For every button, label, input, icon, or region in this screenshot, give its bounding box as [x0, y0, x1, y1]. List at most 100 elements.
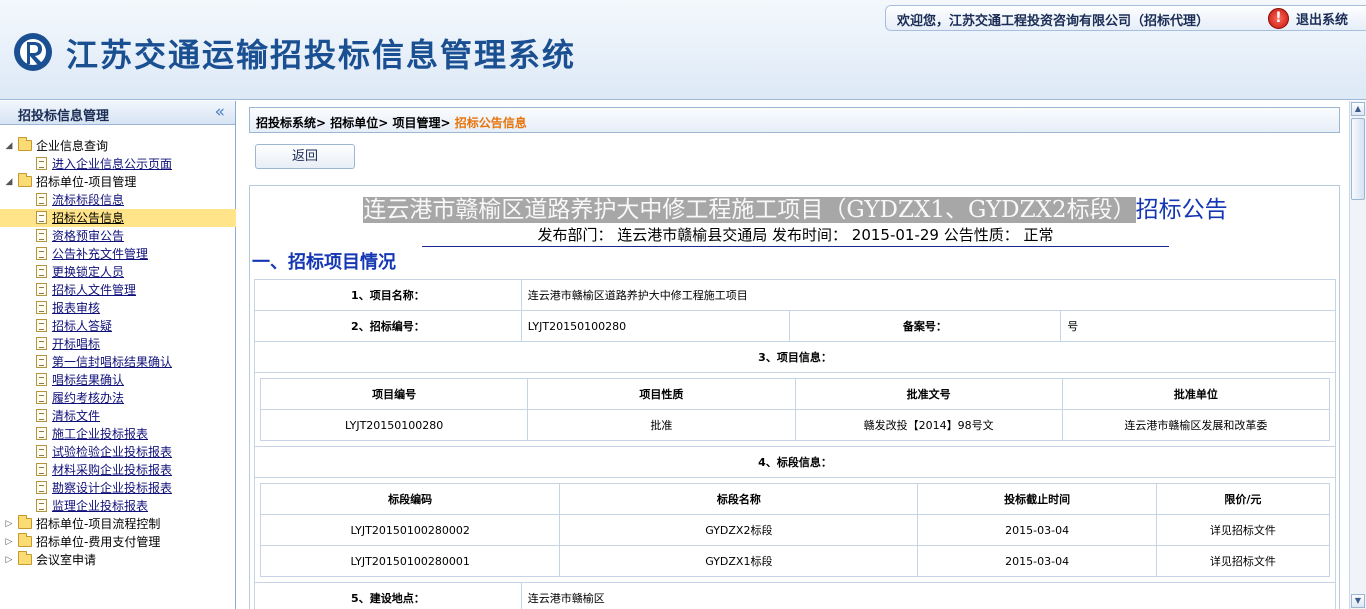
tree-folder[interactable]: ▷ 招标单位-费用支付管理	[0, 533, 236, 551]
tree-item-label[interactable]: 清标文件	[52, 407, 100, 425]
tree-folder[interactable]: ▷ 招标单位-项目流程控制	[0, 515, 236, 533]
table-cell: 批准	[527, 409, 796, 441]
tree-item-label[interactable]: 更换锁定人员	[52, 263, 124, 281]
table-cell: LYJT20150100280002	[259, 514, 561, 546]
document-icon	[36, 427, 47, 440]
table-header-row: 标段编码 标段名称 投标截止时间 限价/元	[259, 483, 1331, 515]
document-icon	[36, 283, 47, 296]
tree-item[interactable]: 试验检验企业投标报表	[0, 443, 236, 461]
tree-item-label[interactable]: 招标公告信息	[52, 209, 124, 227]
app-title: 江苏交通运输招投标信息管理系统	[66, 36, 577, 74]
tree-item-label[interactable]: 监理企业投标报表	[52, 497, 148, 515]
document-icon	[36, 211, 47, 224]
tree-item[interactable]: 流标标段信息	[0, 191, 236, 209]
tree-item-label[interactable]: 报表审核	[52, 299, 100, 317]
table-row: LYJT20150100280 批准 赣发改投【2014】98号文 连云港市赣榆…	[259, 409, 1331, 441]
scroll-down-icon[interactable]: ▼	[1351, 594, 1365, 608]
tree-item[interactable]: 监理企业投标报表	[0, 497, 236, 515]
tree-item[interactable]: 开标唱标	[0, 335, 236, 353]
tree-item[interactable]: 公告补充文件管理	[0, 245, 236, 263]
collapse-sidebar-icon[interactable]: «	[215, 103, 225, 121]
tree-item-label[interactable]: 开标唱标	[52, 335, 100, 353]
back-button[interactable]: 返回	[255, 144, 355, 169]
table-row: LYJT20150100280001 GYDZX1标段 2015-03-04 详…	[259, 545, 1331, 577]
document-icon	[36, 463, 47, 476]
welcome-bar: 欢迎您，江苏交通工程投资咨询有限公司（招标代理） ! 退出系统	[885, 5, 1366, 31]
tree-item-label[interactable]: 资格预审公告	[52, 227, 124, 245]
tree-item-label[interactable]: 材料采购企业投标报表	[52, 461, 172, 479]
tree-item[interactable]: 材料采购企业投标报表	[0, 461, 236, 479]
document-icon	[36, 337, 47, 350]
tender-code-label: 2、招标编号：	[254, 310, 522, 342]
column-header: 限价/元	[1155, 483, 1331, 515]
table-row: 2、招标编号： LYJT20150100280 备案号： 号	[254, 310, 1336, 342]
tree-item-label[interactable]: 招标人文件管理	[52, 281, 136, 299]
announcement-panel: 连云港市赣榆区道路养护大中修工程施工项目（GYDZX1、GYDZX2标段）招标公…	[249, 185, 1340, 609]
tree-item[interactable]: 进入企业信息公示页面	[0, 155, 236, 173]
location-value: 连云港市赣榆区	[520, 582, 1337, 609]
table-row: LYJT20150100280002 GYDZX2标段 2015-03-04 详…	[259, 514, 1331, 546]
folder-icon	[18, 551, 32, 565]
column-header: 批准文号	[794, 378, 1063, 410]
vertical-scrollbar[interactable]: ▲ ▼	[1349, 101, 1366, 609]
project-info-heading: 3、项目信息：	[254, 341, 1336, 373]
table-header-row: 项目编号 项目性质 批准文号 批准单位	[259, 378, 1331, 410]
tree-item[interactable]: 履约考核办法	[0, 389, 236, 407]
tree-item[interactable]: 施工企业投标报表	[0, 425, 236, 443]
table-cell: GYDZX2标段	[559, 514, 919, 546]
table-row: 1、项目名称： 连云港市赣榆区道路养护大中修工程施工项目	[254, 279, 1337, 311]
tree-item[interactable]: 招标公告信息	[0, 209, 236, 227]
tree-item-label: 会议室申请	[36, 553, 97, 567]
tree-item[interactable]: 更换锁定人员	[0, 263, 236, 281]
expand-toggle-icon[interactable]: ▷	[4, 515, 14, 533]
tree-item-label[interactable]: 唱标结果确认	[52, 371, 124, 389]
tree-item-label[interactable]: 勘察设计企业投标报表	[52, 479, 172, 497]
document-icon	[36, 301, 47, 314]
tree-folder[interactable]: ▷ 会议室申请	[0, 551, 236, 569]
folder-icon	[18, 173, 32, 187]
table-cell: GYDZX1标段	[559, 545, 919, 577]
tree-item-label[interactable]: 公告补充文件管理	[52, 245, 148, 263]
tree-folder[interactable]: ◢ 招标单位-项目管理	[0, 173, 236, 191]
folder-icon	[18, 515, 32, 529]
sidebar-header: 招投标信息管理 «	[0, 101, 235, 125]
document-icon	[36, 319, 47, 332]
breadcrumb-item[interactable]: 项目管理>	[393, 116, 451, 130]
expand-toggle-icon[interactable]: ▷	[4, 533, 14, 551]
tree-item-label: 招标单位-项目管理	[36, 175, 137, 189]
tree-item-label[interactable]: 招标人答疑	[52, 317, 112, 335]
tree-item[interactable]: 招标人文件管理	[0, 281, 236, 299]
scroll-thumb[interactable]	[1351, 118, 1365, 200]
tree-item[interactable]: 清标文件	[0, 407, 236, 425]
scroll-up-icon[interactable]: ▲	[1351, 102, 1365, 116]
expand-toggle-icon[interactable]: ▷	[4, 551, 14, 569]
document-icon	[36, 391, 47, 404]
breadcrumb: 招投标系统> 招标单位> 项目管理> 招标公告信息	[249, 107, 1340, 133]
folder-icon	[18, 137, 32, 151]
tree-item-label[interactable]: 第一信封唱标结果确认	[52, 353, 172, 371]
document-icon	[36, 229, 47, 242]
collapse-toggle-icon[interactable]: ◢	[4, 173, 14, 191]
location-label: 5、建设地点：	[254, 582, 522, 609]
tree-item[interactable]: 勘察设计企业投标报表	[0, 479, 236, 497]
tree-item[interactable]: 招标人答疑	[0, 317, 236, 335]
logout-button[interactable]: ! 退出系统	[1268, 7, 1348, 29]
sidebar: 招投标信息管理 « ◢ 企业信息查询 进入企业信息公示页面 ◢ 招标单位-项目管理流标标…	[0, 101, 236, 609]
tree-item[interactable]: 唱标结果确认	[0, 371, 236, 389]
breadcrumb-item[interactable]: 招投标系统>	[256, 116, 326, 130]
document-icon	[36, 193, 47, 206]
document-icon	[36, 265, 47, 278]
collapse-toggle-icon[interactable]: ◢	[4, 137, 14, 155]
breadcrumb-item[interactable]: 招标单位>	[330, 116, 388, 130]
tree-item[interactable]: 第一信封唱标结果确认	[0, 353, 236, 371]
tree-item[interactable]: 报表审核	[0, 299, 236, 317]
project-name-value: 连云港市赣榆区道路养护大中修工程施工项目	[520, 279, 1337, 311]
tree-item-label[interactable]: 进入企业信息公示页面	[52, 155, 172, 173]
tree-item-label[interactable]: 试验检验企业投标报表	[52, 443, 172, 461]
tree-item-label[interactable]: 施工企业投标报表	[52, 425, 148, 443]
tree-folder[interactable]: ◢ 企业信息查询	[0, 137, 236, 155]
table-row: 4、标段信息：	[254, 446, 1336, 478]
tree-item-label[interactable]: 流标标段信息	[52, 191, 124, 209]
tree-item-label[interactable]: 履约考核办法	[52, 389, 124, 407]
tree-item[interactable]: 资格预审公告	[0, 227, 236, 245]
